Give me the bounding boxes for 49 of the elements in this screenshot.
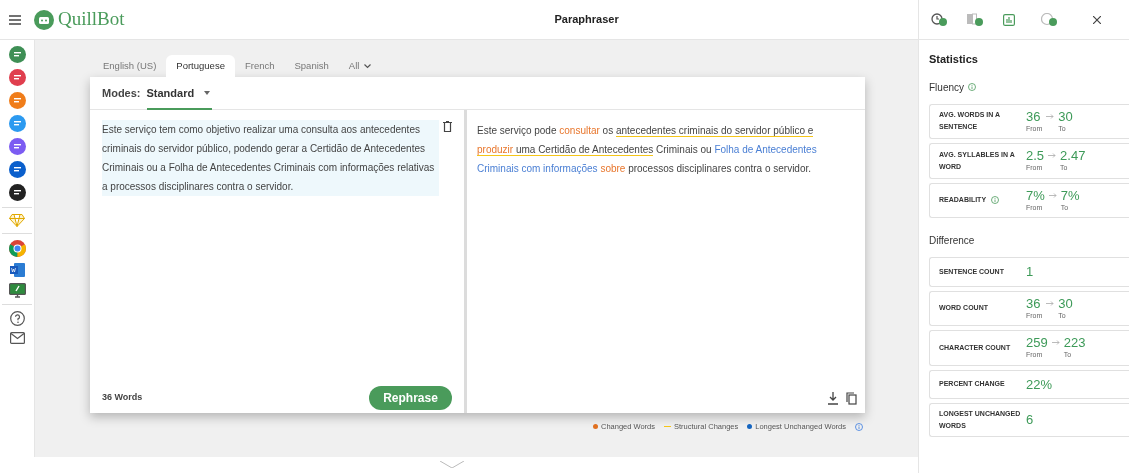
close-icon[interactable] (1093, 15, 1101, 24)
mode-dropdown[interactable]: Standard (146, 76, 213, 110)
input-text[interactable]: Este serviço tem como objetivo realizar uma consulta aos antecedentes criminais do servidor público, podendo gerar a Certidão de Antecedentes Criminais ou a Folha de Antecedentes Criminais com informações relativas a processos disciplinares contra o servidor. (102, 120, 439, 196)
stat-value: 36 (1026, 108, 1042, 124)
statistics-heading: Statistics (929, 52, 979, 67)
word-count: 36 Words (102, 391, 143, 405)
arrow-icon (1046, 113, 1055, 119)
help-icon[interactable] (9, 311, 25, 326)
arrow-icon (1048, 153, 1057, 158)
stat-value: 7% (1060, 187, 1080, 203)
arrow-icon (1048, 192, 1057, 198)
language-tab[interactable]: English (US) (93, 55, 167, 77)
section-heading: Difference (929, 234, 975, 248)
download-icon[interactable] (828, 392, 838, 405)
language-tab[interactable]: Portuguese (166, 55, 235, 77)
arrow-icon (1046, 300, 1055, 306)
stat-value: 1 (1026, 263, 1034, 281)
chrome-icon[interactable] (8, 240, 26, 257)
stat-value: 2.5 (1026, 148, 1045, 163)
stat-value: 259 (1026, 335, 1048, 350)
trash-icon[interactable] (443, 121, 452, 132)
statistics-icon[interactable] (1003, 13, 1015, 26)
monitor-icon[interactable] (8, 283, 26, 298)
robot-logo-icon (34, 9, 54, 30)
paraphrased-text: Este serviço pode consultar os antecedentes criminais do servidor público e produzir uma Certidão de Antecedentes Criminais ou Folha de Antecedentes Criminais com informações sobre processos disciplinares contra o servidor. (476, 124, 818, 176)
stat-value: 2.47 (1060, 148, 1086, 163)
arrow-icon (1051, 340, 1060, 345)
rephrase-button[interactable]: Rephrase (369, 386, 452, 410)
modes-label: Modes: (102, 85, 141, 101)
menu-icon[interactable] (9, 14, 21, 25)
caret-icon (204, 91, 211, 95)
mail-icon[interactable] (9, 332, 25, 344)
page-title: Paraphraser (554, 12, 619, 28)
stat-value: 22% (1026, 375, 1053, 394)
stat-value: 36 (1026, 295, 1042, 311)
stat-value: 6 (1026, 411, 1034, 430)
copy-icon[interactable] (846, 392, 857, 405)
section-heading: Fluency (929, 80, 964, 95)
stat-value: 223 (1063, 335, 1086, 350)
language-tab[interactable]: All (338, 55, 382, 77)
word-icon[interactable] (9, 263, 25, 277)
info-icon[interactable] (855, 422, 863, 431)
logo-text: QuillBot (58, 7, 125, 32)
language-tab[interactable]: French (234, 55, 285, 77)
stat-value: 30 (1058, 295, 1073, 311)
history-icon[interactable] (931, 13, 947, 26)
language-tab[interactable]: Spanish (284, 55, 339, 77)
stat-value: 7% (1026, 187, 1045, 203)
stat-value: 30 (1058, 108, 1073, 124)
